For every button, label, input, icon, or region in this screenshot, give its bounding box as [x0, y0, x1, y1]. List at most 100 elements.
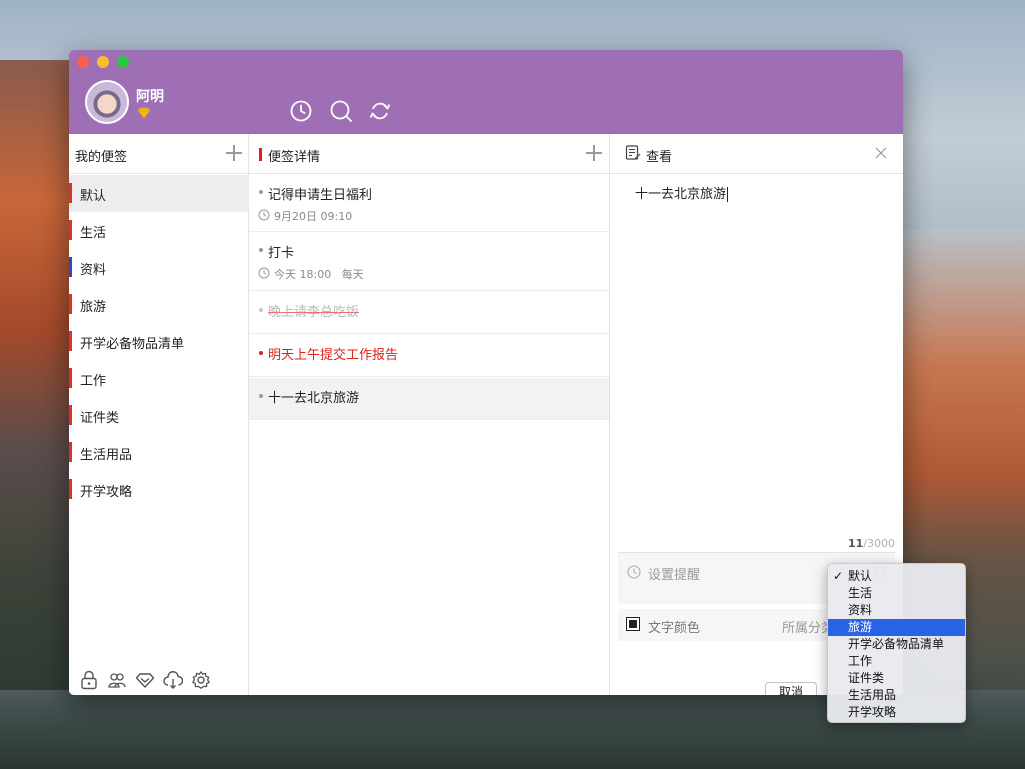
- char-count-current: 11: [847, 537, 864, 550]
- menu-item-label: 开学攻略: [848, 705, 897, 719]
- note-item[interactable]: 明天上午提交工作报告: [249, 335, 609, 377]
- avatar[interactable]: [85, 80, 129, 124]
- note-bullet: [259, 351, 263, 355]
- text-color-swatch[interactable]: [626, 617, 640, 631]
- category-dropdown-menu: ✓ 默认 生活 资料 旅游 开学必备物品清单 工作 证件类 生活用品 开学攻略: [827, 563, 966, 723]
- vip-diamond-icon: [137, 107, 151, 119]
- category-item-default[interactable]: 默认: [69, 175, 249, 212]
- detail-header: 查看: [610, 134, 903, 174]
- menu-item-label: 生活: [848, 586, 873, 600]
- clock-icon: [627, 565, 641, 579]
- char-count-max: /3000: [863, 537, 895, 550]
- char-counter: 11/3000: [848, 537, 895, 550]
- add-category-icon[interactable]: [226, 145, 242, 161]
- note-title: 十一去北京旅游: [268, 391, 360, 406]
- settings-icon[interactable]: [191, 670, 211, 690]
- titlebar: 阿明: [69, 50, 903, 134]
- note-time: 9月20日 09:10: [274, 210, 353, 223]
- note-title: 明天上午提交工作报告: [268, 348, 399, 363]
- notes-header: 便签详情: [249, 134, 609, 174]
- category-color-bar: [69, 294, 72, 314]
- view-note-icon: [625, 145, 641, 160]
- category-item-life[interactable]: 生活: [69, 212, 249, 249]
- notes-header-marker: [259, 148, 262, 161]
- contacts-icon[interactable]: [107, 670, 127, 690]
- notes-title: 便签详情: [268, 150, 321, 165]
- category-label: 旅游: [80, 300, 107, 315]
- menu-item-travel[interactable]: 旅游: [828, 619, 965, 636]
- menu-item-materials[interactable]: 资料: [828, 602, 965, 619]
- close-window-button[interactable]: [77, 56, 89, 68]
- menu-item-label: 生活用品: [848, 688, 897, 702]
- menu-item-label: 证件类: [848, 671, 885, 685]
- category-label: 资料: [80, 263, 107, 278]
- text-color-label: 文字颜色: [648, 621, 701, 636]
- menu-item-label: 资料: [848, 603, 873, 617]
- menu-item-default[interactable]: ✓ 默认: [828, 568, 965, 585]
- category-color-bar: [69, 479, 72, 499]
- note-item[interactable]: 晚上请李总吃饭: [249, 292, 609, 334]
- note-bullet: [259, 248, 263, 252]
- menu-item-label: 默认: [848, 569, 873, 583]
- close-icon[interactable]: [875, 147, 887, 159]
- sync-icon[interactable]: [369, 100, 391, 122]
- reminder-clock-icon: [258, 267, 270, 279]
- username: 阿明: [136, 89, 164, 105]
- category-item-daily-goods[interactable]: 生活用品: [69, 434, 249, 471]
- cloud-download-icon[interactable]: [163, 670, 183, 690]
- menu-item-label: 开学必备物品清单: [848, 637, 945, 651]
- checkmark-icon: ✓: [833, 569, 844, 583]
- note-content-editor[interactable]: 十一去北京旅游: [635, 183, 729, 202]
- category-item-travel[interactable]: 旅游: [69, 286, 249, 323]
- category-label: 开学攻略: [80, 485, 133, 500]
- category-item-materials[interactable]: 资料: [69, 249, 249, 286]
- detail-title: 查看: [646, 150, 673, 165]
- minimize-window-button[interactable]: [97, 56, 109, 68]
- category-color-bar: [69, 405, 72, 425]
- notes-panel: 便签详情 记得申请生日福利 9月20日 09:10 打卡 今天 18:00 每天…: [249, 134, 610, 695]
- menu-item-school-checklist[interactable]: 开学必备物品清单: [828, 636, 965, 653]
- menu-item-daily-goods[interactable]: 生活用品: [828, 687, 965, 704]
- note-title: 晚上请李总吃饭: [268, 305, 360, 320]
- category-color-bar: [69, 257, 72, 277]
- category-label: 开学必备物品清单: [80, 337, 185, 352]
- cancel-button[interactable]: 取消: [765, 682, 817, 695]
- category-item-school-checklist[interactable]: 开学必备物品清单: [69, 323, 249, 360]
- menu-item-life[interactable]: 生活: [828, 585, 965, 602]
- text-caret: [727, 187, 729, 202]
- category-color-bar: [69, 183, 72, 203]
- category-color-bar: [69, 368, 72, 388]
- history-clock-icon[interactable]: [290, 100, 312, 122]
- menu-item-documents[interactable]: 证件类: [828, 670, 965, 687]
- reminder-placeholder: 设置提醒: [648, 568, 701, 583]
- sidebar-title: 我的便签: [75, 150, 128, 165]
- note-item[interactable]: 打卡 今天 18:00 每天: [249, 233, 609, 291]
- lock-icon[interactable]: [79, 670, 99, 690]
- category-label: 证件类: [80, 411, 120, 426]
- reminder-clock-icon: [258, 209, 270, 221]
- note-item[interactable]: 记得申请生日福利 9月20日 09:10: [249, 175, 609, 232]
- diamond-icon[interactable]: [135, 670, 155, 690]
- app-window: 阿明 我的便签 默认 生活 资料 旅游 开学必备物品清单 工作 证件类 生活用品…: [69, 50, 903, 695]
- category-label: 默认: [80, 189, 107, 204]
- note-item[interactable]: 十一去北京旅游: [249, 378, 609, 420]
- add-note-icon[interactable]: [586, 145, 602, 161]
- category-item-work[interactable]: 工作: [69, 360, 249, 397]
- note-title: 打卡: [268, 246, 295, 261]
- category-label: 生活用品: [80, 448, 133, 463]
- note-bullet: [259, 308, 263, 312]
- menu-item-label: 工作: [848, 654, 873, 668]
- note-content-text: 十一去北京旅游: [635, 187, 727, 202]
- category-label: 生活: [80, 226, 107, 241]
- category-color-bar: [69, 442, 72, 462]
- category-item-documents[interactable]: 证件类: [69, 397, 249, 434]
- menu-item-label: 旅游: [848, 620, 873, 634]
- menu-item-work[interactable]: 工作: [828, 653, 965, 670]
- maximize-window-button[interactable]: [117, 56, 129, 68]
- note-title: 记得申请生日福利: [268, 188, 373, 203]
- category-color-bar: [69, 331, 72, 351]
- search-icon[interactable]: [330, 100, 352, 122]
- menu-item-school-guide[interactable]: 开学攻略: [828, 704, 965, 721]
- note-bullet: [259, 394, 263, 398]
- category-item-school-guide[interactable]: 开学攻略: [69, 471, 249, 508]
